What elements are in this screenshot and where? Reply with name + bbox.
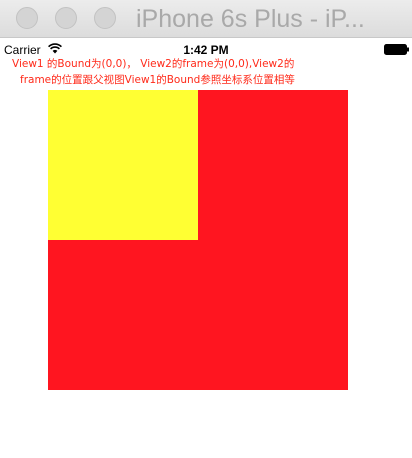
description-label: View1 的Bound为(0,0)， View2的frame为(0,0),Vi… (6, 56, 306, 88)
zoom-window-button[interactable] (94, 7, 116, 29)
battery-icon (384, 44, 409, 55)
window-title: iPhone 6s Plus - iP... (136, 5, 365, 33)
description-line-1: View1 的Bound为(0,0)， View2的frame为(0,0),Vi… (12, 58, 295, 70)
description-line-2: frame的位置跟父视图View1的Bound参照坐标系位置相等 (20, 74, 295, 86)
view1-red-square (48, 90, 348, 390)
status-clock: 1:42 PM (183, 43, 229, 57)
view2-yellow-square (48, 90, 198, 240)
minimize-window-button[interactable] (55, 7, 77, 29)
simulator-window: iPhone 6s Plus - iP... Carrier 1:42 PM V… (0, 0, 412, 458)
close-window-button[interactable] (16, 7, 38, 29)
window-titlebar: iPhone 6s Plus - iP... (0, 0, 412, 38)
